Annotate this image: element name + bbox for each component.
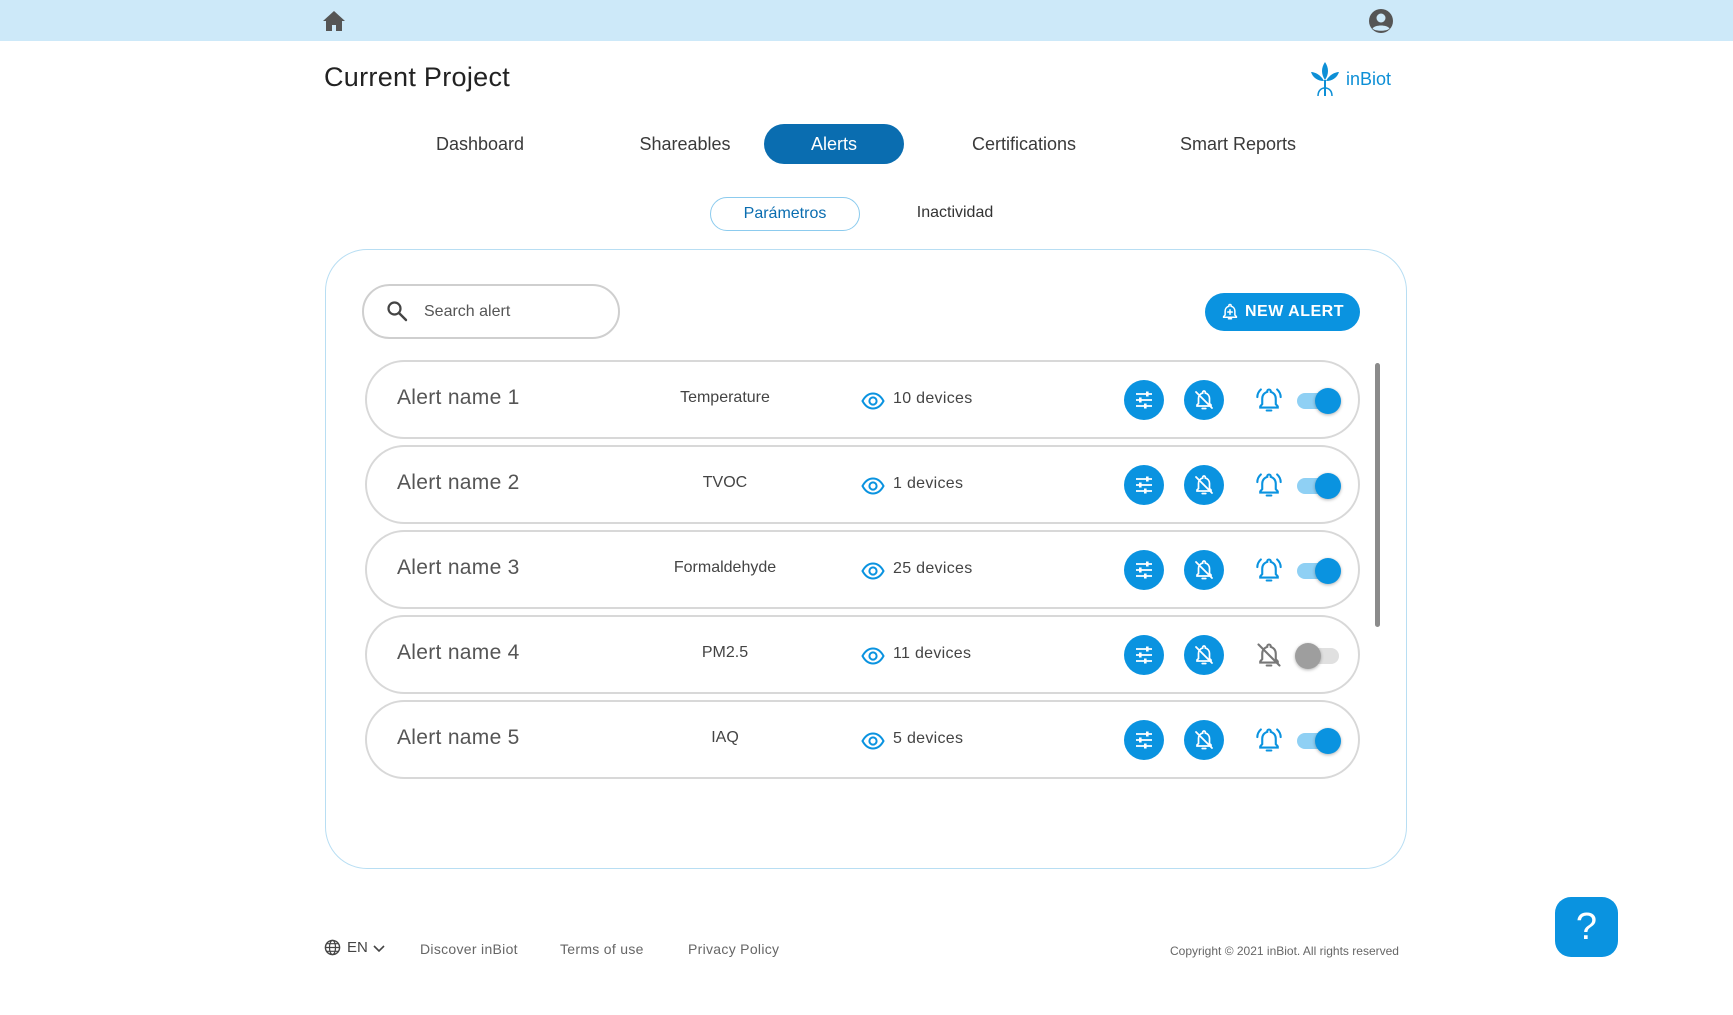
new-alert-button[interactable]: NEW ALERT xyxy=(1205,293,1360,331)
alert-mute-button[interactable] xyxy=(1184,465,1224,505)
tune-icon xyxy=(1136,646,1152,664)
alert-settings-button[interactable] xyxy=(1124,635,1164,675)
alert-devices-count[interactable]: 10 devices xyxy=(893,390,973,408)
toggle-knob xyxy=(1315,388,1341,414)
alert-parameter: TVOC xyxy=(702,474,748,491)
notifications-active-icon xyxy=(1256,388,1282,412)
alert-parameter: Temperature xyxy=(680,389,770,406)
alert-parameter: PM2.5 xyxy=(701,644,749,661)
tab-dashboard[interactable]: Dashboard xyxy=(420,124,540,164)
search-input[interactable] xyxy=(424,296,604,328)
language-label: EN xyxy=(347,939,368,956)
eye-icon xyxy=(861,477,885,495)
tab-smart-reports[interactable]: Smart Reports xyxy=(1153,124,1323,164)
search-icon xyxy=(387,301,408,322)
new-alert-label: NEW ALERT xyxy=(1244,303,1344,320)
tune-icon xyxy=(1136,391,1152,409)
toggle-knob xyxy=(1295,643,1321,669)
scrollbar[interactable] xyxy=(1375,363,1380,627)
alert-mute-button[interactable] xyxy=(1184,720,1224,760)
alert-enabled-toggle[interactable] xyxy=(1295,471,1343,501)
alert-settings-button[interactable] xyxy=(1124,465,1164,505)
add-alert-icon xyxy=(1222,303,1238,320)
alert-settings-button[interactable] xyxy=(1124,550,1164,590)
globe-icon xyxy=(324,939,341,956)
page-title: Current Project xyxy=(324,62,511,92)
alert-mute-button[interactable] xyxy=(1184,380,1224,420)
alert-name: Alert name 1 xyxy=(397,386,520,409)
help-button[interactable]: ? xyxy=(1555,897,1618,957)
tune-icon xyxy=(1136,561,1152,579)
tune-icon xyxy=(1136,731,1152,749)
alert-row[interactable]: Alert name 5 IAQ 5 devices xyxy=(365,700,1360,779)
toggle-knob xyxy=(1315,473,1341,499)
notifications-active-icon xyxy=(1256,728,1282,752)
alert-row[interactable]: Alert name 4 PM2.5 11 devices xyxy=(365,615,1360,694)
inbiot-logo-icon xyxy=(1311,62,1339,97)
alert-enabled-toggle[interactable] xyxy=(1295,556,1343,586)
alert-mute-button[interactable] xyxy=(1184,635,1224,675)
chevron-down-icon xyxy=(373,944,385,952)
tab-certifications[interactable]: Certifications xyxy=(939,124,1109,164)
alert-name: Alert name 2 xyxy=(397,471,520,494)
tab-shareables[interactable]: Shareables xyxy=(610,124,760,164)
alert-parameter: IAQ xyxy=(711,729,739,746)
eye-icon xyxy=(861,562,885,580)
notifications-off-icon xyxy=(1195,390,1213,410)
alert-settings-button[interactable] xyxy=(1124,720,1164,760)
notifications-off-icon xyxy=(1195,645,1213,665)
alert-devices-count[interactable]: 25 devices xyxy=(893,560,973,578)
notifications-active-icon xyxy=(1256,473,1282,497)
notifications-off-icon xyxy=(1195,560,1213,580)
alert-row[interactable]: Alert name 3 Formaldehyde 25 devices xyxy=(365,530,1360,609)
link-terms-of-use[interactable]: Terms of use xyxy=(560,941,644,957)
eye-icon xyxy=(861,732,885,750)
notifications-off-icon xyxy=(1257,643,1281,667)
home-icon[interactable] xyxy=(322,10,346,32)
eye-icon xyxy=(861,647,885,665)
alert-enabled-toggle[interactable] xyxy=(1295,641,1343,671)
copyright-text: Copyright © 2021 inBiot. All rights rese… xyxy=(1170,944,1399,958)
subtab-parametros[interactable]: Parámetros xyxy=(710,197,860,231)
link-discover-inbiot[interactable]: Discover inBiot xyxy=(420,941,518,957)
brand-logo: inBiot xyxy=(1308,58,1391,100)
toggle-knob xyxy=(1315,728,1341,754)
alert-name: Alert name 5 xyxy=(397,726,520,749)
tab-alerts[interactable]: Alerts xyxy=(764,124,904,164)
alert-enabled-toggle[interactable] xyxy=(1295,386,1343,416)
notifications-off-icon xyxy=(1195,475,1213,495)
notifications-off-icon xyxy=(1195,730,1213,750)
brand-name: inBiot xyxy=(1346,68,1392,89)
link-privacy-policy[interactable]: Privacy Policy xyxy=(688,941,779,957)
footer: EN Discover inBiot Terms of use Privacy … xyxy=(324,937,1414,961)
top-bar xyxy=(0,0,1733,41)
alert-devices-count[interactable]: 5 devices xyxy=(893,730,963,748)
alert-settings-button[interactable] xyxy=(1124,380,1164,420)
main-tabs: Dashboard Shareables Alerts Certificatio… xyxy=(380,124,1320,164)
account-circle-icon[interactable] xyxy=(1368,8,1394,34)
alert-devices-count[interactable]: 1 devices xyxy=(893,475,963,493)
alert-name: Alert name 3 xyxy=(397,556,520,579)
alert-name: Alert name 4 xyxy=(397,641,520,664)
alert-parameter: Formaldehyde xyxy=(673,559,777,576)
toggle-knob xyxy=(1315,558,1341,584)
alert-row[interactable]: Alert name 2 TVOC 1 devices xyxy=(365,445,1360,524)
alert-enabled-toggle[interactable] xyxy=(1295,726,1343,756)
search-box[interactable] xyxy=(362,284,620,339)
tune-icon xyxy=(1136,476,1152,494)
alert-mute-button[interactable] xyxy=(1184,550,1224,590)
notifications-active-icon xyxy=(1256,558,1282,582)
alert-devices-count[interactable]: 11 devices xyxy=(893,645,971,663)
eye-icon xyxy=(861,392,885,410)
subtab-inactividad[interactable]: Inactividad xyxy=(890,197,1020,231)
alert-row[interactable]: Alert name 1 Temperature 10 devices xyxy=(365,360,1360,439)
language-selector[interactable]: EN xyxy=(324,939,386,956)
